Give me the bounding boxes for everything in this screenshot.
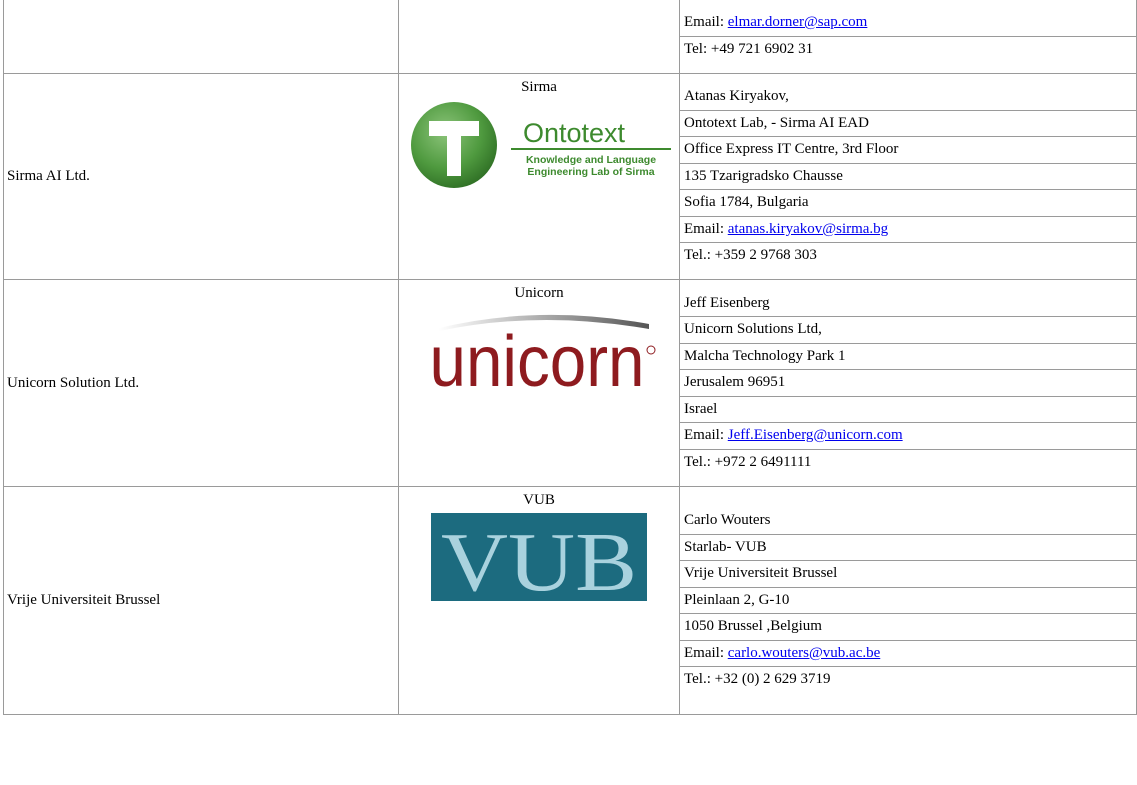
email-link[interactable]: carlo.wouters@vub.ac.be bbox=[728, 645, 881, 661]
ontotext-logo: Ontotext Knowledge and Language Engineer… bbox=[411, 102, 671, 188]
contact-line: Malcha Technology Park 1 bbox=[680, 344, 1136, 371]
partner-name: Vrije Universiteit Brussel bbox=[7, 592, 161, 608]
partner-name-cell: Unicorn Solution Ltd. bbox=[3, 279, 399, 487]
vub-logo-title: VUB bbox=[441, 516, 637, 601]
logo-caption: Sirma bbox=[521, 79, 557, 95]
logo-cell bbox=[398, 0, 680, 74]
contact-line: 135 Tzarigradsko Chausse bbox=[680, 164, 1136, 191]
contact-email-line: Email: carlo.wouters@vub.ac.be bbox=[680, 641, 1136, 668]
logo-caption: Unicorn bbox=[514, 285, 564, 301]
partner-name-cell bbox=[3, 0, 399, 74]
partner-name: Sirma AI Ltd. bbox=[7, 168, 90, 184]
contact-email-line: Email: elmar.dorner@sap.com bbox=[680, 10, 1136, 37]
contact-line: Tel: +49 721 6902 31 bbox=[684, 40, 814, 57]
partner-name-cell: Sirma AI Ltd. bbox=[3, 73, 399, 280]
contact-line: 1050 Brussel ,Belgium bbox=[680, 614, 1136, 641]
contact-line: Ontotext Lab, - Sirma AI EAD bbox=[680, 111, 1136, 138]
contact-line: Carlo Wouters bbox=[680, 508, 1136, 535]
contact-line: Tel.: +359 2 9768 303 bbox=[684, 247, 817, 264]
unicorn-logo-title: unicorn bbox=[430, 322, 645, 392]
table-row: Sirma AI Ltd. Sirma Ontotext Knowledge a… bbox=[3, 73, 1137, 280]
contact-cell: Email: elmar.dorner@sap.com Tel: +49 721… bbox=[679, 0, 1137, 74]
contact-line: Atanas Kiryakov, bbox=[680, 84, 1136, 111]
partners-table: Email: elmar.dorner@sap.com Tel: +49 721… bbox=[3, 0, 1137, 715]
contact-line: Vrije Universiteit Brussel bbox=[680, 561, 1136, 588]
email-link[interactable]: Jeff.Eisenberg@unicorn.com bbox=[728, 427, 903, 443]
contact-line: Israel bbox=[680, 397, 1136, 424]
partner-name-cell: Vrije Universiteit Brussel bbox=[3, 486, 399, 715]
contact-email-line: Email: Jeff.Eisenberg@unicorn.com bbox=[680, 423, 1136, 450]
email-link[interactable]: elmar.dorner@sap.com bbox=[728, 14, 868, 30]
logo-cell: Sirma Ontotext Knowledge and Language En… bbox=[398, 73, 680, 280]
contact-email-line: Email: atanas.kiryakov@sirma.bg bbox=[680, 217, 1136, 244]
table-row: Email: elmar.dorner@sap.com Tel: +49 721… bbox=[3, 0, 1137, 74]
email-link[interactable]: atanas.kiryakov@sirma.bg bbox=[728, 221, 888, 237]
contact-cell: Jeff Eisenberg Unicorn Solutions Ltd, Ma… bbox=[679, 279, 1137, 487]
logo-caption: VUB bbox=[523, 492, 555, 508]
contact-line: Jerusalem 96951 bbox=[680, 370, 1136, 397]
contact-cell: Carlo Wouters Starlab- VUB Vrije Univers… bbox=[679, 486, 1137, 715]
contact-line: Pleinlaan 2, G-10 bbox=[680, 588, 1136, 615]
contact-line: Office Express IT Centre, 3rd Floor bbox=[680, 137, 1136, 164]
unicorn-logo: unicorn bbox=[430, 314, 656, 392]
partner-name: Unicorn Solution Ltd. bbox=[7, 374, 140, 391]
contact-line: Tel.: +32 (0) 2 629 3719 bbox=[684, 671, 831, 688]
logo-cell: VUB VUB bbox=[398, 486, 680, 715]
ontotext-logo-sub2: Engineering Lab of Sirma bbox=[527, 166, 654, 178]
table-row: Unicorn Solution Ltd. Unicorn unicorn Je… bbox=[3, 279, 1137, 487]
contact-line: Starlab- VUB bbox=[680, 535, 1136, 562]
contact-cell: Atanas Kiryakov, Ontotext Lab, - Sirma A… bbox=[679, 73, 1137, 280]
contact-line: Tel.: +972 2 6491111 bbox=[684, 453, 812, 470]
logo-cell: Unicorn unicorn bbox=[398, 279, 680, 487]
vub-logo: VUB bbox=[431, 513, 647, 601]
ontotext-logo-title: Ontotext bbox=[523, 118, 626, 148]
ontotext-logo-sub1: Knowledge and Language bbox=[526, 154, 656, 166]
contact-line: Sofia 1784, Bulgaria bbox=[680, 190, 1136, 217]
contact-line: Jeff Eisenberg bbox=[680, 291, 1136, 318]
contact-line: Unicorn Solutions Ltd, bbox=[680, 317, 1136, 344]
table-row: Vrije Universiteit Brussel VUB VUB Carlo… bbox=[3, 486, 1137, 715]
